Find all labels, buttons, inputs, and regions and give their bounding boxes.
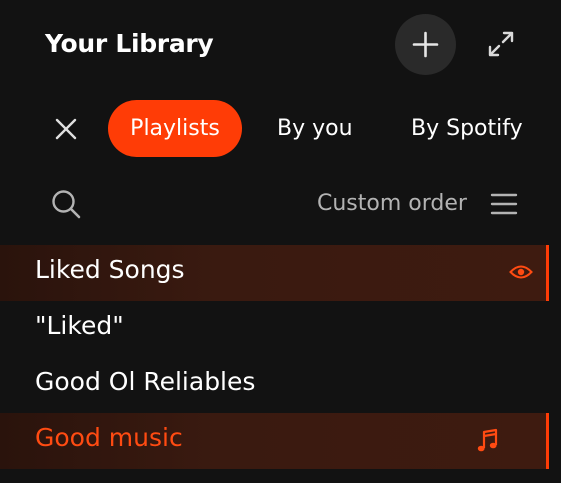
list-icon [490, 193, 518, 215]
list-item[interactable]: "Liked" [0, 301, 546, 357]
search-icon [52, 190, 81, 219]
list-item-title: Good music [35, 423, 183, 452]
list-item-title: "Liked" [35, 311, 124, 340]
filter-chip-by-you[interactable]: By you [277, 100, 353, 157]
music-note-icon [477, 428, 498, 452]
library-header: Your Library [0, 0, 561, 90]
expand-icon [488, 31, 514, 57]
list-item[interactable]: Liked Songs [0, 245, 549, 301]
search-sort-bar: Custom order [0, 180, 561, 230]
sort-order-label: Custom order [317, 191, 467, 216]
list-item-title: Liked Songs [35, 255, 185, 284]
list-item-title: Good Ol Reliables [35, 367, 256, 396]
close-icon [55, 118, 77, 140]
list-item[interactable]: Good Ol Reliables [0, 357, 546, 413]
filter-chip-playlists[interactable]: Playlists [108, 100, 242, 157]
filter-bar: Playlists By you By Spotify [0, 100, 561, 158]
filter-chip-by-spotify[interactable]: By Spotify [411, 100, 523, 157]
create-playlist-button[interactable] [395, 14, 456, 75]
page-title: Your Library [45, 29, 214, 58]
plus-icon [412, 31, 439, 58]
search-library-button[interactable] [50, 188, 82, 220]
sort-order-button[interactable]: Custom order [316, 186, 522, 222]
expand-library-button[interactable] [484, 27, 518, 61]
eye-icon [509, 265, 533, 279]
list-item[interactable]: Good music [0, 413, 549, 469]
clear-filter-button[interactable] [50, 113, 82, 145]
